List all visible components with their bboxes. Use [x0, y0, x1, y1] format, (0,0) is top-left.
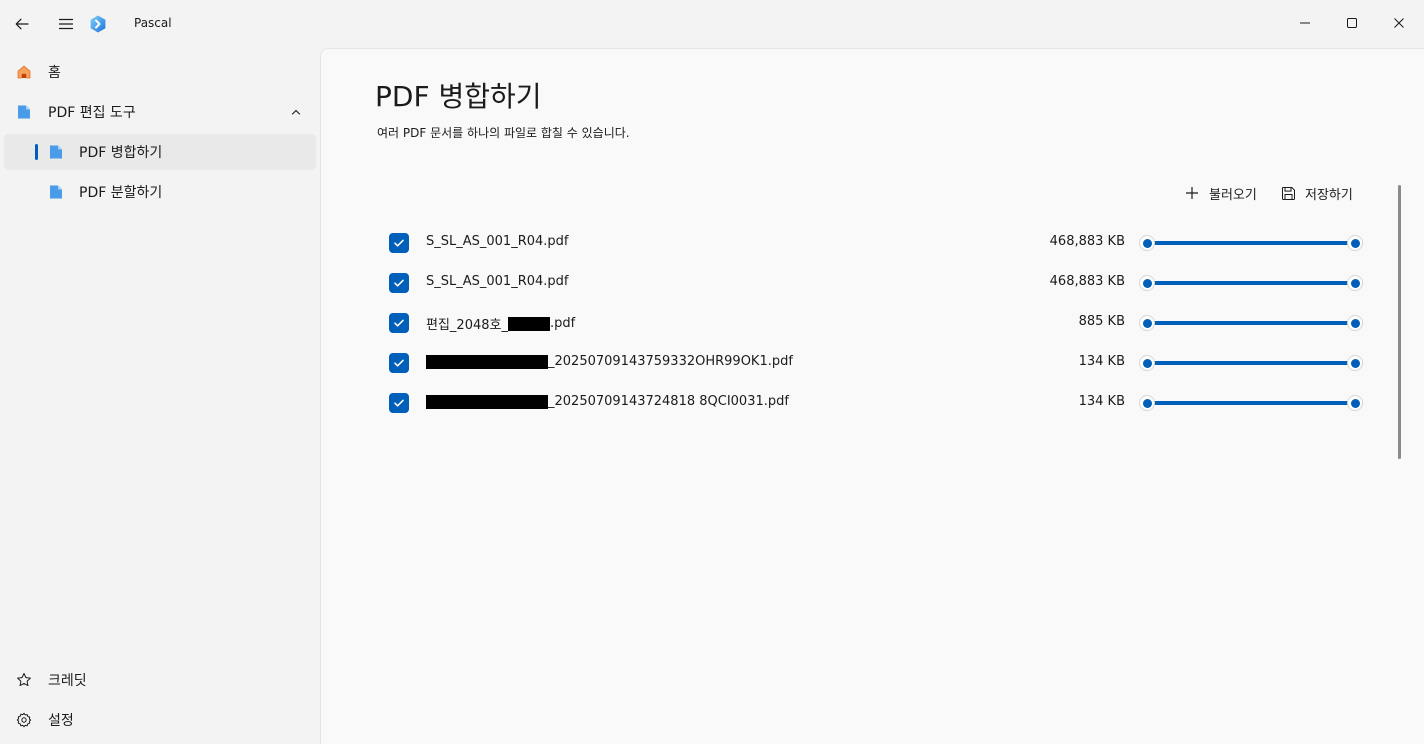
file-checkbox[interactable] [389, 353, 409, 373]
page-range-slider[interactable] [1139, 233, 1363, 253]
maximize-icon [1347, 18, 1357, 28]
range-track [1147, 401, 1355, 405]
checkmark-icon [394, 399, 404, 407]
page-description: 여러 PDF 문서를 하나의 파일로 합칠 수 있습니다. [377, 126, 630, 140]
home-icon [16, 64, 32, 80]
file-size: 468,883 KB [1049, 234, 1125, 249]
page-range-slider[interactable] [1139, 273, 1363, 293]
sidebar-item-label: PDF 분할하기 [79, 185, 163, 201]
save-button[interactable]: 저장하기 [1279, 181, 1353, 205]
back-button[interactable] [6, 8, 38, 40]
file-name: S_SL_AS_001_R04.pdf [426, 234, 569, 249]
back-arrow-icon [15, 18, 29, 30]
sidebar-item-label: 크레딧 [48, 673, 87, 689]
file-checkbox[interactable] [389, 313, 409, 333]
minimize-icon [1300, 22, 1310, 24]
redaction-bar [426, 354, 548, 369]
title-bar: Pascal [0, 0, 1424, 48]
folder-icon [16, 104, 32, 120]
selection-indicator [35, 144, 38, 160]
file-name-prefix: 편집_2048호_ [426, 318, 508, 333]
sidebar-item-pdf-tools[interactable]: PDF 편집 도구 [4, 94, 316, 130]
app-window: Pascal 홈 PDF 편집 도구 PDF 병합하기 PDF 분할하기 크레딧… [0, 0, 1424, 744]
file-name: _20250709143759332OHR99OK1.pdf [426, 354, 793, 369]
app-title: Pascal [134, 16, 172, 30]
sidebar-item-label: PDF 병합하기 [79, 145, 163, 161]
sidebar-item-pdf-split[interactable]: PDF 분할하기 [4, 174, 316, 210]
file-checkbox[interactable] [389, 393, 409, 413]
range-track [1147, 241, 1355, 245]
redaction-bar [426, 394, 548, 409]
range-end-thumb[interactable] [1347, 315, 1363, 331]
plus-icon [1183, 184, 1201, 202]
file-row: 편집_2048호_ .pdf 885 KB [381, 303, 1363, 343]
range-start-thumb[interactable] [1139, 355, 1155, 371]
save-label: 저장하기 [1305, 187, 1353, 203]
file-name-suffix: _20250709143724818 8QCI0031.pdf [548, 394, 789, 409]
import-button[interactable]: 불러오기 [1183, 181, 1257, 205]
file-name: _20250709143724818 8QCI0031.pdf [426, 394, 789, 409]
range-start-thumb[interactable] [1139, 315, 1155, 331]
range-track [1147, 321, 1355, 325]
page-title: PDF 병합하기 [375, 80, 542, 113]
file-checkbox[interactable] [389, 273, 409, 293]
checkmark-icon [394, 359, 404, 367]
maximize-button[interactable] [1329, 0, 1375, 46]
close-icon [1394, 18, 1404, 28]
hamburger-menu-icon [58, 18, 74, 30]
sidebar-item-pdf-merge[interactable]: PDF 병합하기 [4, 134, 316, 170]
scrollbar[interactable] [1398, 185, 1401, 459]
file-name-suffix: .pdf [549, 316, 576, 331]
checkmark-icon [394, 239, 404, 247]
menu-button[interactable] [50, 8, 82, 40]
page-range-slider[interactable] [1139, 353, 1363, 373]
file-name: 편집_2048호_ .pdf [426, 314, 575, 333]
page-range-slider[interactable] [1139, 313, 1363, 333]
range-start-thumb[interactable] [1139, 275, 1155, 291]
checkmark-icon [394, 319, 404, 327]
checkmark-icon [394, 279, 404, 287]
sidebar-item-label: PDF 편집 도구 [48, 105, 136, 121]
file-name-text: S_SL_AS_001_R04.pdf [426, 234, 569, 249]
file-row: S_SL_AS_001_R04.pdf 468,883 KB [381, 223, 1363, 263]
sidebar-nav: 홈 PDF 편집 도구 PDF 병합하기 PDF 분할하기 크레딧 설정 [0, 48, 320, 744]
range-start-thumb[interactable] [1139, 395, 1155, 411]
file-name-text: S_SL_AS_001_R04.pdf [426, 274, 569, 289]
file-row: _20250709143759332OHR99OK1.pdf 134 KB [381, 343, 1363, 383]
range-end-thumb[interactable] [1347, 355, 1363, 371]
file-size: 885 KB [1078, 314, 1125, 329]
sidebar-item-home[interactable]: 홈 [4, 54, 316, 90]
gear-icon [16, 712, 32, 728]
chevron-up-icon[interactable] [288, 104, 304, 120]
range-end-thumb[interactable] [1347, 235, 1363, 251]
file-size: 134 KB [1078, 394, 1125, 409]
file-size: 134 KB [1078, 354, 1125, 369]
import-label: 불러오기 [1209, 187, 1257, 203]
folder-icon [48, 144, 64, 160]
range-track [1147, 361, 1355, 365]
minimize-button[interactable] [1282, 0, 1328, 46]
page-range-slider[interactable] [1139, 393, 1363, 413]
sidebar-item-label: 설정 [48, 713, 74, 729]
app-logo-icon [90, 15, 106, 33]
sidebar-item-settings[interactable]: 설정 [4, 702, 316, 738]
sidebar-item-label: 홈 [48, 65, 61, 81]
redaction-bar [507, 316, 550, 331]
star-icon [16, 672, 32, 688]
range-start-thumb[interactable] [1139, 235, 1155, 251]
file-name: S_SL_AS_001_R04.pdf [426, 274, 569, 289]
file-row: S_SL_AS_001_R04.pdf 468,883 KB [381, 263, 1363, 303]
file-size: 468,883 KB [1049, 274, 1125, 289]
range-track [1147, 281, 1355, 285]
save-icon [1279, 184, 1297, 202]
folder-icon [48, 184, 64, 200]
range-end-thumb[interactable] [1347, 275, 1363, 291]
file-row: _20250709143724818 8QCI0031.pdf 134 KB [381, 383, 1363, 423]
close-button[interactable] [1376, 0, 1422, 46]
range-end-thumb[interactable] [1347, 395, 1363, 411]
file-checkbox[interactable] [389, 233, 409, 253]
file-name-suffix: _20250709143759332OHR99OK1.pdf [548, 354, 793, 369]
main-content: PDF 병합하기 여러 PDF 문서를 하나의 파일로 합칠 수 있습니다. 불… [320, 48, 1424, 744]
sidebar-item-credit[interactable]: 크레딧 [4, 662, 316, 698]
